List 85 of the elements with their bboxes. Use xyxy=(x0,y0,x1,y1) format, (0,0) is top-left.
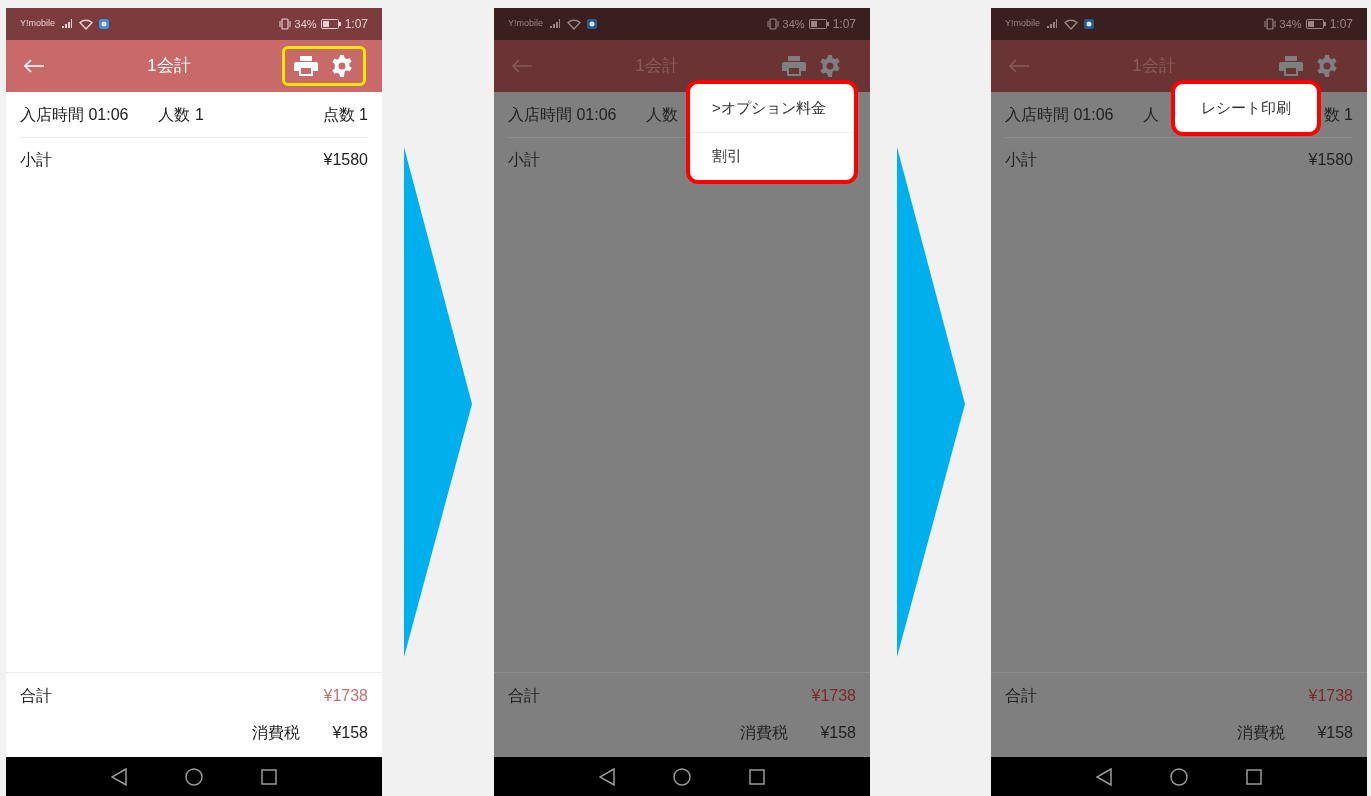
screen-title: 1会計 xyxy=(147,55,191,78)
carrier-label: Y!mobile xyxy=(508,17,543,31)
wifi-icon xyxy=(567,18,581,30)
battery-icon xyxy=(808,19,829,29)
guest-count: 人数 xyxy=(646,104,679,125)
back-arrow-icon xyxy=(1008,59,1030,73)
square-icon xyxy=(261,768,277,785)
settings-icon xyxy=(818,54,842,78)
printer-icon xyxy=(782,55,806,77)
printer-icon xyxy=(1279,55,1303,77)
tax-value: ¥158 xyxy=(820,723,856,743)
tax-value: ¥158 xyxy=(332,723,368,743)
shield-icon xyxy=(99,19,109,29)
subtotal-value: ¥1580 xyxy=(323,150,368,170)
home-nav-button[interactable] xyxy=(673,767,691,786)
clock-time: 1:07 xyxy=(1329,16,1353,33)
recents-nav-button[interactable] xyxy=(749,768,765,785)
entry-time: 入店時間 01:06 xyxy=(1005,104,1114,125)
signal-icon xyxy=(1046,19,1058,29)
menu-item[interactable]: >オプション料金 xyxy=(690,84,854,132)
triangle-icon xyxy=(1096,767,1112,786)
triangle-icon xyxy=(599,767,615,786)
signal-icon xyxy=(549,19,561,29)
subtotal-label: 小計 xyxy=(20,150,52,170)
subtotal-label: 小計 xyxy=(1005,150,1037,170)
guest-count: 人数 1 xyxy=(158,104,204,125)
signal-icon xyxy=(61,19,73,29)
circle-icon xyxy=(673,767,691,786)
menu-item[interactable]: 割引 xyxy=(690,132,854,180)
wifi-icon xyxy=(79,18,93,30)
tax-value: ¥158 xyxy=(1317,723,1353,743)
menu-item[interactable]: レシート印刷 xyxy=(1175,84,1317,132)
back-nav-button[interactable] xyxy=(1096,767,1112,786)
print-button[interactable] xyxy=(781,53,807,79)
carrier-label: Y!mobile xyxy=(20,17,55,31)
recents-nav-button[interactable] xyxy=(261,768,277,785)
shield-icon xyxy=(1084,19,1094,29)
printer-icon xyxy=(294,55,318,77)
home-nav-button[interactable] xyxy=(1170,767,1188,786)
square-icon xyxy=(1246,768,1262,785)
battery-percent: 34% xyxy=(294,16,317,32)
tax-label: 消費税 xyxy=(740,723,789,743)
triangle-icon xyxy=(111,767,127,786)
wifi-icon xyxy=(1064,18,1078,30)
recents-nav-button[interactable] xyxy=(1246,768,1262,785)
arrow-icon xyxy=(404,147,472,657)
circle-icon xyxy=(1170,767,1188,786)
clock-time: 1:07 xyxy=(832,16,856,33)
total-value: ¥1738 xyxy=(1308,686,1353,706)
back-arrow-icon xyxy=(511,59,533,73)
clock-time: 1:07 xyxy=(344,16,368,33)
total-value: ¥1738 xyxy=(811,686,856,706)
vibrate-icon xyxy=(278,18,291,30)
circle-icon xyxy=(185,767,203,786)
total-label: 合計 xyxy=(508,686,540,706)
item-count: 点数 1 xyxy=(322,104,368,125)
subtotal-value: ¥1580 xyxy=(1308,150,1353,170)
back-nav-button[interactable] xyxy=(111,767,127,786)
guest-count: 人 xyxy=(1143,104,1160,125)
total-value: ¥1738 xyxy=(323,686,368,706)
item-count: 数 1 xyxy=(1323,104,1353,125)
square-icon xyxy=(749,768,765,785)
back-arrow-icon xyxy=(23,59,45,73)
settings-icon xyxy=(1315,54,1339,78)
tax-label: 消費税 xyxy=(1237,723,1286,743)
shield-icon xyxy=(587,19,597,29)
vibrate-icon xyxy=(766,18,779,30)
home-nav-button[interactable] xyxy=(185,767,203,786)
back-nav-button[interactable] xyxy=(599,767,615,786)
arrow-icon xyxy=(896,147,965,657)
total-label: 合計 xyxy=(1005,686,1037,706)
settings-icon xyxy=(330,54,354,78)
entry-time: 入店時間 01:06 xyxy=(20,104,129,125)
print-button[interactable] xyxy=(1278,53,1304,79)
vibrate-icon xyxy=(1263,18,1276,30)
print-button[interactable] xyxy=(293,53,319,79)
subtotal-label: 小計 xyxy=(508,150,540,170)
battery-percent: 34% xyxy=(1279,16,1302,32)
entry-time: 入店時間 01:06 xyxy=(508,104,617,125)
carrier-label: Y!mobile xyxy=(1005,17,1040,31)
battery-percent: 34% xyxy=(782,16,805,32)
total-label: 合計 xyxy=(20,686,52,706)
battery-icon xyxy=(320,19,341,29)
battery-icon xyxy=(1305,19,1326,29)
tax-label: 消費税 xyxy=(252,723,301,743)
